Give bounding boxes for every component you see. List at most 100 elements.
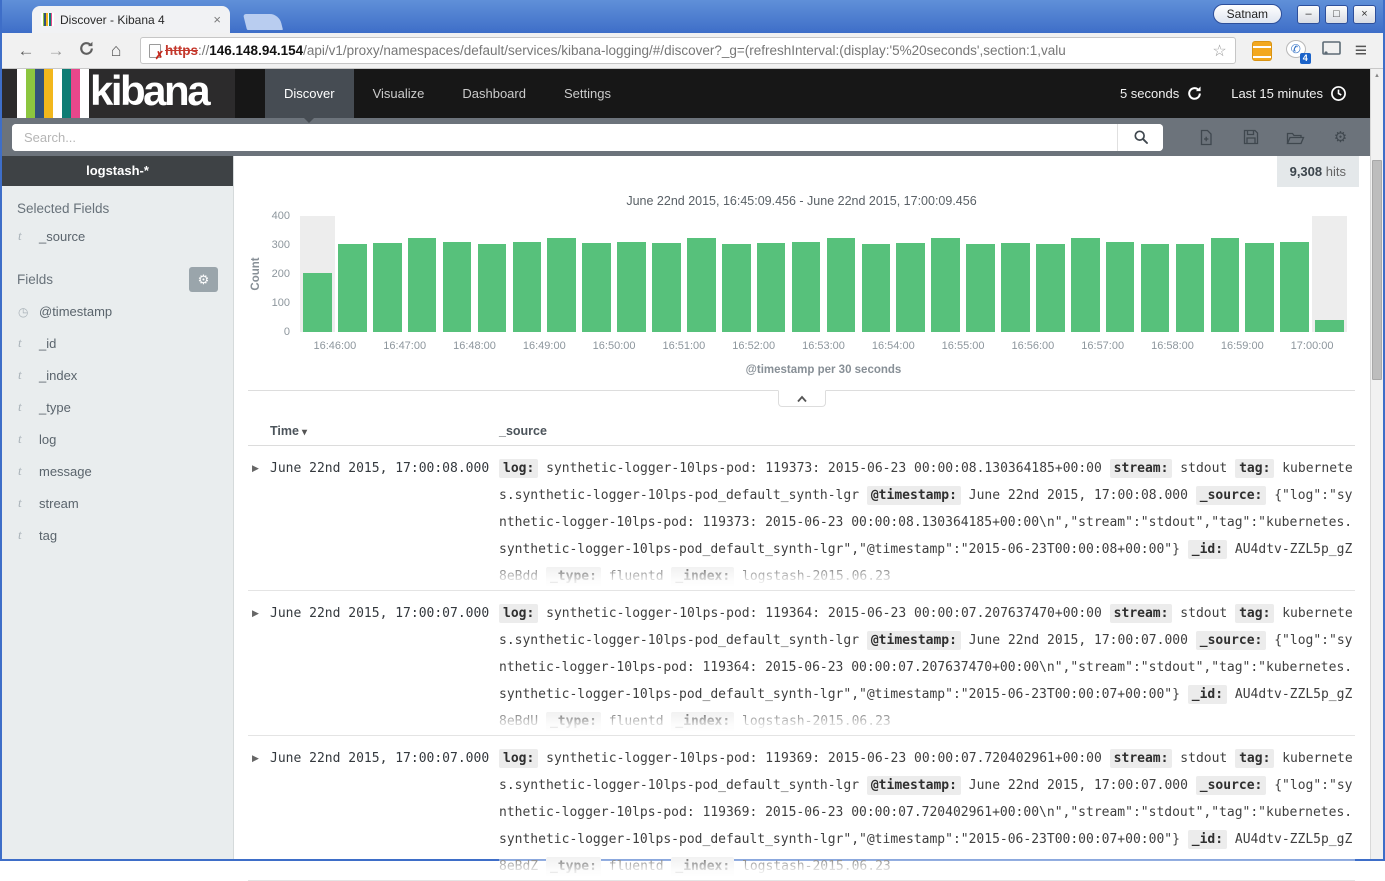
histogram-bar[interactable]: [1106, 242, 1135, 332]
histogram-bar[interactable]: [443, 242, 472, 332]
histogram-bar[interactable]: [1315, 320, 1344, 332]
field-item-type[interactable]: t_type: [2, 391, 233, 423]
x-axis-ticks: 16:46:0016:47:0016:48:0016:49:0016:50:00…: [300, 340, 1347, 360]
histogram-bar[interactable]: [1141, 244, 1170, 332]
field-item-message[interactable]: tmessage: [2, 455, 233, 487]
nav-item-visualize[interactable]: Visualize: [354, 69, 444, 118]
text-field-icon: t: [18, 463, 28, 479]
fields-settings-button[interactable]: ⚙: [189, 267, 218, 292]
expand-caret-icon[interactable]: ▶: [248, 600, 270, 735]
home-button[interactable]: ⌂: [102, 40, 130, 61]
settings-button[interactable]: ⚙: [1318, 128, 1363, 146]
field-name: log: [39, 432, 56, 447]
histogram-bar[interactable]: [931, 238, 960, 332]
url-bar[interactable]: :// https :// 146.148.94.154 /api/v1/pro…: [140, 37, 1236, 64]
source-field-badge: _id:: [1188, 685, 1227, 704]
new-search-button[interactable]: [1183, 128, 1228, 146]
field-item-log[interactable]: tlog: [2, 423, 233, 455]
histogram-bar[interactable]: [617, 242, 646, 332]
index-pattern-selector[interactable]: logstash-*: [2, 156, 233, 186]
field-item-timestamp[interactable]: ◷@timestamp: [2, 296, 233, 327]
histogram-bar[interactable]: [722, 244, 751, 332]
logo-stripe: [53, 69, 62, 118]
histogram-bar[interactable]: [1245, 243, 1274, 332]
expand-caret-icon[interactable]: ▶: [248, 745, 270, 880]
histogram-bar[interactable]: [827, 238, 856, 332]
refresh-interval-picker[interactable]: 5 seconds: [1120, 85, 1203, 102]
histogram-bar[interactable]: [547, 238, 576, 332]
forward-button[interactable]: →: [42, 41, 70, 61]
histogram-bar[interactable]: [303, 273, 332, 332]
y-tick-label: 200: [272, 268, 290, 280]
close-button[interactable]: ×: [1353, 5, 1376, 24]
cast-icon[interactable]: [1322, 41, 1341, 61]
open-search-button[interactable]: [1273, 128, 1318, 146]
tab-close-icon[interactable]: ×: [213, 13, 221, 26]
search-icon: [1133, 129, 1149, 145]
extension-phone-icon[interactable]: ✆ 4: [1286, 40, 1308, 61]
histogram-bar[interactable]: [478, 244, 507, 332]
histogram-bar[interactable]: [687, 238, 716, 332]
histogram-bar[interactable]: [652, 243, 681, 332]
browser-menu-icon[interactable]: ≡: [1355, 41, 1367, 61]
histogram-bar[interactable]: [338, 244, 367, 332]
y-axis: Count 0100200300400: [248, 216, 300, 332]
histogram-bar[interactable]: [757, 243, 786, 332]
field-item-stream[interactable]: tstream: [2, 487, 233, 519]
new-tab-button[interactable]: [243, 14, 283, 30]
field-item-index[interactable]: t_index: [2, 359, 233, 391]
scroll-up-icon[interactable]: ▲: [1371, 69, 1383, 83]
histogram-bar[interactable]: [966, 244, 995, 332]
search-button[interactable]: [1117, 124, 1163, 151]
field-item-source[interactable]: t_source: [2, 220, 233, 252]
histogram-bar[interactable]: [792, 242, 821, 332]
nav-item-settings[interactable]: Settings: [545, 69, 630, 118]
histogram-bar[interactable]: [1176, 244, 1205, 332]
collapse-chart-button[interactable]: [778, 390, 826, 407]
refresh-interval-label: 5 seconds: [1120, 86, 1179, 101]
histogram-bar[interactable]: [862, 244, 891, 332]
logo-stripe: [62, 69, 71, 118]
histogram-bar[interactable]: [1280, 242, 1309, 332]
source-field-badge: _source:: [1196, 776, 1267, 795]
minimize-button[interactable]: –: [1297, 5, 1320, 24]
x-tick-label: 16:56:00: [1011, 340, 1054, 352]
reload-icon: [78, 40, 95, 57]
nav-item-dashboard[interactable]: Dashboard: [443, 69, 545, 118]
row-source: log: synthetic-logger-10lps-pod: 119369:…: [499, 745, 1355, 880]
certificate-error-icon[interactable]: [149, 44, 161, 58]
histogram-bar[interactable]: [513, 242, 542, 332]
histogram-bar[interactable]: [1211, 238, 1240, 332]
histogram-bar[interactable]: [582, 243, 611, 332]
extension-list-icon[interactable]: [1252, 41, 1272, 61]
x-tick-label: 16:58:00: [1151, 340, 1194, 352]
histogram-bar[interactable]: [1001, 243, 1030, 332]
save-search-button[interactable]: [1228, 128, 1273, 146]
scrollbar-thumb[interactable]: [1372, 160, 1382, 380]
histogram-bar[interactable]: [408, 238, 437, 332]
histogram-bar[interactable]: [1071, 238, 1100, 332]
y-tick-label: 400: [272, 210, 290, 222]
text-field-icon: t: [18, 399, 28, 415]
refresh-icon: [1186, 85, 1203, 102]
field-item-id[interactable]: t_id: [2, 327, 233, 359]
histogram-plot[interactable]: [300, 216, 1347, 332]
field-item-tag[interactable]: ttag: [2, 519, 233, 551]
histogram-bar[interactable]: [896, 243, 925, 332]
bookmark-star-icon[interactable]: ☆: [1212, 41, 1226, 61]
time-column-header[interactable]: Time▾: [270, 424, 499, 438]
table-body: ▶June 22nd 2015, 17:00:08.000log: synthe…: [248, 446, 1355, 881]
profile-button[interactable]: Satnam: [1213, 4, 1282, 24]
reload-button[interactable]: [72, 40, 100, 62]
nav-item-discover[interactable]: Discover: [265, 69, 354, 118]
maximize-button[interactable]: □: [1325, 5, 1348, 24]
histogram-bar[interactable]: [373, 243, 402, 332]
expand-caret-icon[interactable]: ▶: [248, 455, 270, 590]
x-tick-label: 17:00:00: [1291, 340, 1334, 352]
search-input[interactable]: [12, 124, 1117, 151]
back-button[interactable]: ←: [12, 41, 40, 61]
time-range-picker[interactable]: Last 15 minutes: [1231, 85, 1347, 102]
browser-tab[interactable]: Discover - Kibana 4 ×: [32, 6, 230, 33]
histogram-bar[interactable]: [1036, 244, 1065, 332]
page-scrollbar[interactable]: ▲: [1370, 69, 1383, 859]
